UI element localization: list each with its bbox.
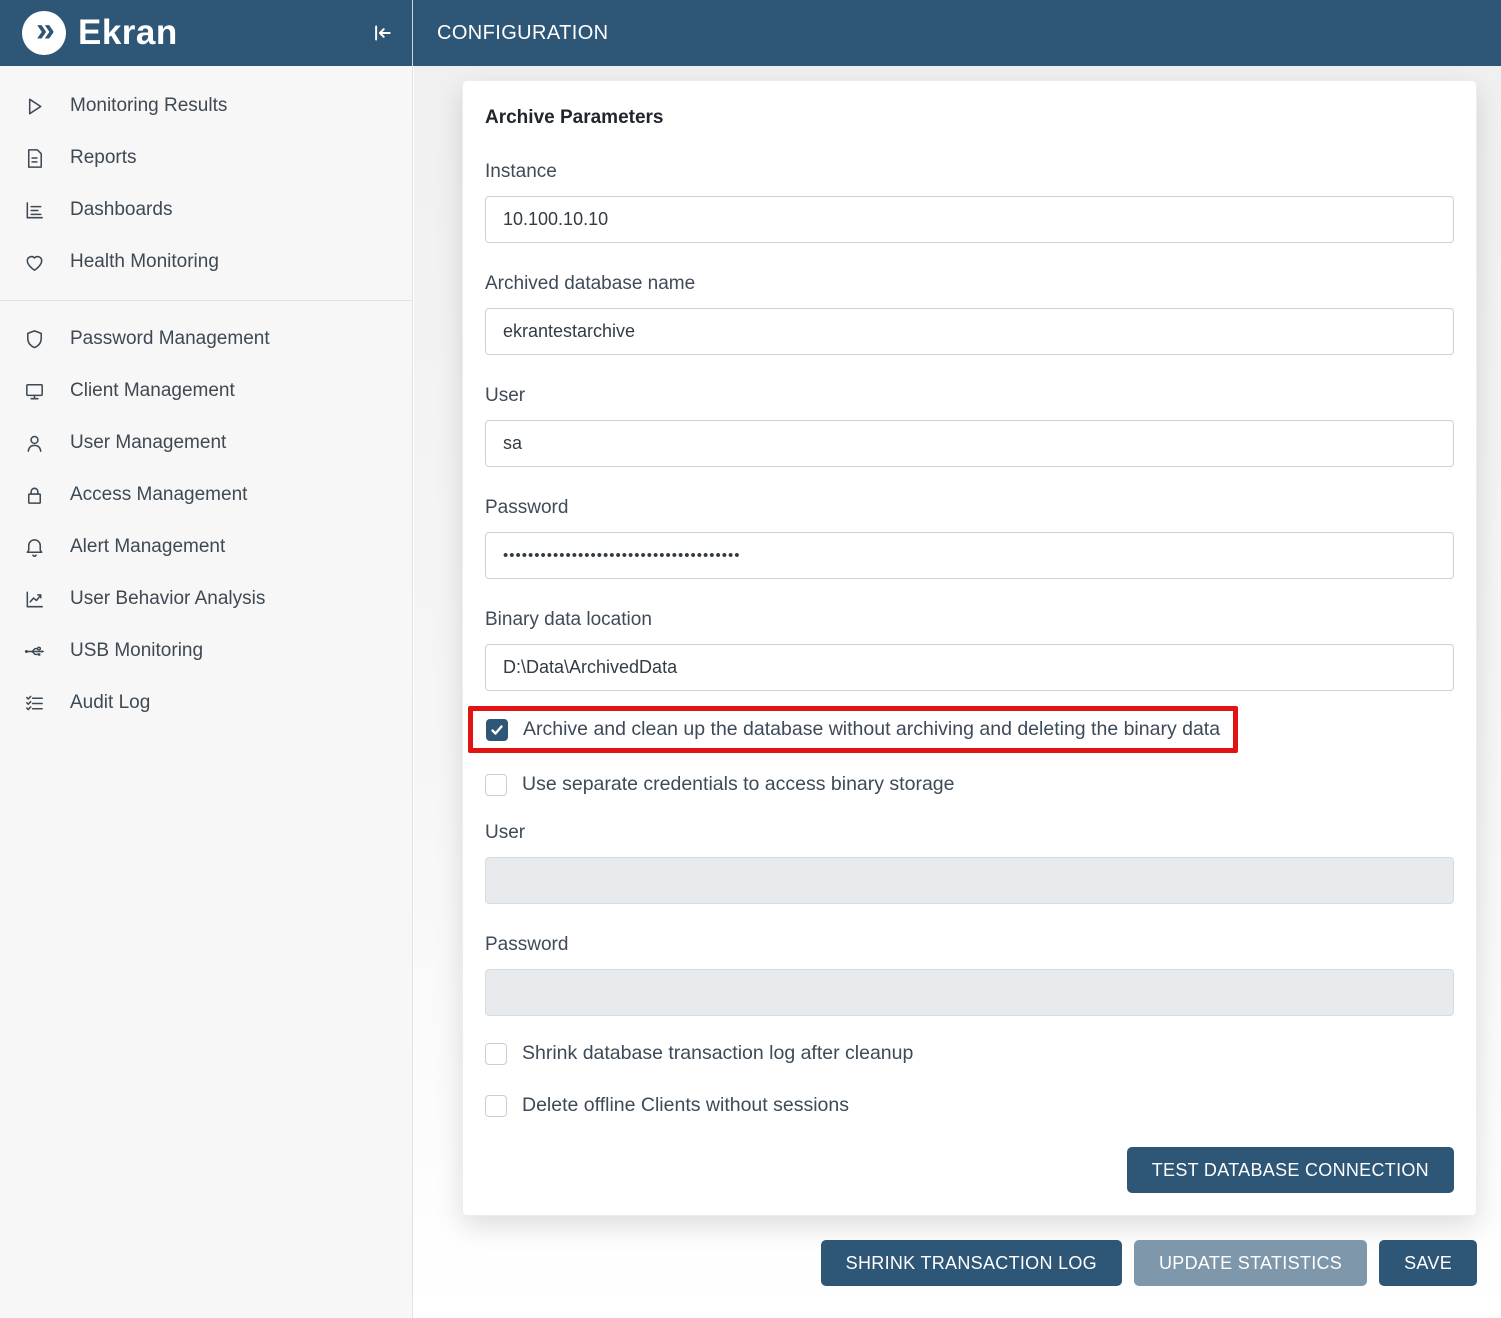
binary-user-label: User <box>485 822 1454 844</box>
heart-icon <box>23 251 46 274</box>
sidebar-item-label: Access Management <box>70 484 247 506</box>
user-icon <box>23 432 46 455</box>
binary-password-field: Password <box>485 934 1454 1016</box>
separate-credentials-checkbox[interactable] <box>485 774 507 796</box>
sidebar-item-user-behavior-analysis[interactable]: User Behavior Analysis <box>0 573 412 625</box>
delete-offline-row: Delete offline Clients without sessions <box>485 1094 1454 1117</box>
main-content: Archive Parameters Instance Archived dat… <box>414 66 1501 1318</box>
save-button[interactable]: SAVE <box>1379 1240 1477 1286</box>
instance-label: Instance <box>485 161 1454 183</box>
sidebar-item-audit-log[interactable]: Audit Log <box>0 677 412 729</box>
chart-line-icon <box>23 588 46 611</box>
test-connection-row: TEST DATABASE CONNECTION <box>485 1147 1454 1193</box>
sidebar-item-client-management[interactable]: Client Management <box>0 365 412 417</box>
ekran-logo-icon: » <box>22 11 66 55</box>
sidebar-item-label: Password Management <box>70 328 270 350</box>
separate-credentials-label: Use separate credentials to access binar… <box>522 773 954 796</box>
usb-icon <box>23 640 46 663</box>
password-label: Password <box>485 497 1454 519</box>
sidebar-item-label: Alert Management <box>70 536 225 558</box>
report-icon <box>23 147 46 170</box>
highlighted-checkbox-row: Archive and clean up the database withou… <box>468 706 1238 753</box>
play-icon <box>23 95 46 118</box>
panel-title: Archive Parameters <box>485 107 1454 129</box>
sidebar-item-health-monitoring[interactable]: Health Monitoring <box>0 236 412 288</box>
archived-database-name-label: Archived database name <box>485 273 1454 295</box>
archive-cleanup-label: Archive and clean up the database withou… <box>523 718 1220 741</box>
shrink-log-row: Shrink database transaction log after cl… <box>485 1042 1454 1065</box>
password-input[interactable] <box>485 532 1454 579</box>
sidebar-item-label: Monitoring Results <box>70 95 227 117</box>
app-header: » Ekran CONFIGURATION <box>0 0 1501 66</box>
sidebar: Monitoring Results Reports Dashboards He… <box>0 66 413 1318</box>
collapse-arrow-icon <box>368 20 394 46</box>
sidebar-item-dashboards[interactable]: Dashboards <box>0 184 412 236</box>
sidebar-divider <box>0 300 412 301</box>
sidebar-item-password-management[interactable]: Password Management <box>0 313 412 365</box>
archive-parameters-panel: Archive Parameters Instance Archived dat… <box>462 80 1477 1216</box>
password-field: Password <box>485 497 1454 579</box>
instance-input[interactable] <box>485 196 1454 243</box>
instance-field: Instance <box>485 161 1454 243</box>
sidebar-item-label: Dashboards <box>70 199 172 221</box>
sidebar-item-monitoring-results[interactable]: Monitoring Results <box>0 80 412 132</box>
test-database-connection-button[interactable]: TEST DATABASE CONNECTION <box>1127 1147 1454 1193</box>
sidebar-item-label: Reports <box>70 147 137 169</box>
sidebar-item-label: Health Monitoring <box>70 251 219 273</box>
binary-user-input <box>485 857 1454 904</box>
sidebar-item-label: User Management <box>70 432 226 454</box>
checkmark-icon <box>490 723 504 737</box>
user-label: User <box>485 385 1454 407</box>
sidebar-item-label: User Behavior Analysis <box>70 588 265 610</box>
bell-icon <box>23 536 46 559</box>
update-statistics-button[interactable]: UPDATE STATISTICS <box>1134 1240 1367 1286</box>
sidebar-item-usb-monitoring[interactable]: USB Monitoring <box>0 625 412 677</box>
delete-offline-label: Delete offline Clients without sessions <box>522 1094 849 1117</box>
sidebar-item-label: Audit Log <box>70 692 150 714</box>
brand: » Ekran <box>0 0 413 66</box>
archive-cleanup-checkbox[interactable] <box>486 719 508 741</box>
sidebar-group-monitoring: Monitoring Results Reports Dashboards He… <box>0 80 412 288</box>
shrink-transaction-log-button[interactable]: SHRINK TRANSACTION LOG <box>821 1240 1122 1286</box>
archived-database-name-input[interactable] <box>485 308 1454 355</box>
binary-data-location-label: Binary data location <box>485 609 1454 631</box>
shrink-log-checkbox[interactable] <box>485 1043 507 1065</box>
shield-icon <box>23 328 46 351</box>
page-title: CONFIGURATION <box>437 0 609 66</box>
sidebar-item-alert-management[interactable]: Alert Management <box>0 521 412 573</box>
binary-data-location-field: Binary data location <box>485 609 1454 691</box>
checklist-icon <box>23 692 46 715</box>
binary-password-input <box>485 969 1454 1016</box>
user-input[interactable] <box>485 420 1454 467</box>
separate-credentials-row: Use separate credentials to access binar… <box>485 773 1454 796</box>
user-field: User <box>485 385 1454 467</box>
shrink-log-label: Shrink database transaction log after cl… <box>522 1042 913 1065</box>
collapse-sidebar-button[interactable] <box>364 16 398 50</box>
sidebar-item-access-management[interactable]: Access Management <box>0 469 412 521</box>
brand-name: Ekran <box>78 13 178 53</box>
lock-icon <box>23 484 46 507</box>
delete-offline-checkbox[interactable] <box>485 1095 507 1117</box>
binary-user-field: User <box>485 822 1454 904</box>
footer-actions: SHRINK TRANSACTION LOG UPDATE STATISTICS… <box>414 1240 1477 1286</box>
dashboard-icon <box>23 199 46 222</box>
archived-database-name-field: Archived database name <box>485 273 1454 355</box>
binary-password-label: Password <box>485 934 1454 956</box>
binary-data-location-input[interactable] <box>485 644 1454 691</box>
sidebar-item-label: Client Management <box>70 380 235 402</box>
sidebar-group-management: Password Management Client Management Us… <box>0 313 412 729</box>
sidebar-item-reports[interactable]: Reports <box>0 132 412 184</box>
sidebar-item-user-management[interactable]: User Management <box>0 417 412 469</box>
logo-chevron-glyph: » <box>36 13 52 47</box>
sidebar-item-label: USB Monitoring <box>70 640 203 662</box>
monitor-icon <box>23 380 46 403</box>
